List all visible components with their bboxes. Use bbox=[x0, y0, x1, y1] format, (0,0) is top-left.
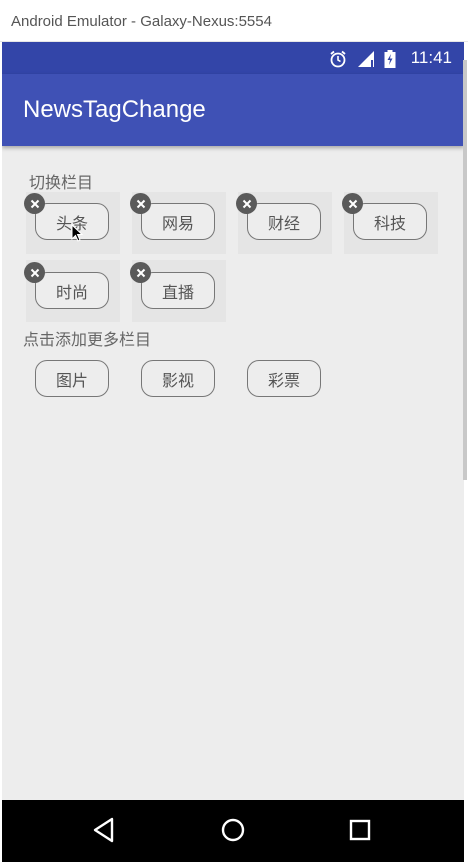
window-scrollbar[interactable] bbox=[463, 60, 467, 480]
alarm-icon bbox=[329, 50, 347, 72]
remove-tag-icon[interactable] bbox=[130, 262, 151, 283]
status-bar: 11:41 bbox=[2, 42, 464, 74]
add-section-label: 点击添加更多栏目 bbox=[23, 330, 152, 349]
remove-tag-icon[interactable] bbox=[342, 193, 363, 214]
window-title: Android Emulator - Galaxy-Nexus:5554 bbox=[11, 13, 272, 30]
tag-keji[interactable]: 科技 bbox=[353, 203, 427, 240]
tag-caipiao[interactable]: 彩票 bbox=[247, 360, 321, 397]
tag-yingshi[interactable]: 影视 bbox=[141, 360, 215, 397]
emulator-window: Android Emulator - Galaxy-Nexus:5554 11:… bbox=[0, 0, 468, 864]
app-bar: NewsTagChange bbox=[2, 74, 464, 146]
mouse-cursor-icon bbox=[71, 223, 84, 246]
back-icon[interactable] bbox=[92, 817, 116, 847]
tag-tupian[interactable]: 图片 bbox=[35, 360, 109, 397]
tag-shishang[interactable]: 时尚 bbox=[35, 272, 109, 309]
navigation-bar bbox=[2, 800, 464, 862]
signal-icon bbox=[357, 50, 375, 72]
tag-caijing[interactable]: 财经 bbox=[247, 203, 321, 240]
tag-wangyi[interactable]: 网易 bbox=[141, 203, 215, 240]
remove-tag-icon[interactable] bbox=[130, 193, 151, 214]
device-screen: 11:41 NewsTagChange 切换栏目 头条 网易 财经 科技 时尚 … bbox=[2, 42, 464, 862]
app-title: NewsTagChange bbox=[23, 96, 206, 123]
home-icon[interactable] bbox=[220, 817, 246, 847]
status-time: 11:41 bbox=[410, 48, 452, 67]
switch-section-label: 切换栏目 bbox=[29, 173, 94, 192]
tag-zhibo[interactable]: 直播 bbox=[141, 272, 215, 309]
battery-icon bbox=[384, 50, 396, 72]
window-titlebar[interactable]: Android Emulator - Galaxy-Nexus:5554 bbox=[0, 0, 468, 42]
remove-tag-icon[interactable] bbox=[24, 262, 45, 283]
recents-icon[interactable] bbox=[349, 819, 371, 845]
remove-tag-icon[interactable] bbox=[236, 193, 257, 214]
remove-tag-icon[interactable] bbox=[24, 193, 45, 214]
